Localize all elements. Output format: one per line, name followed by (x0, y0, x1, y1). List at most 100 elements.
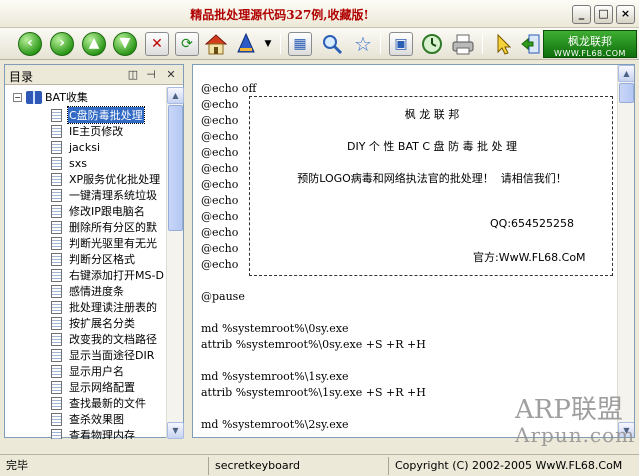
home-icon[interactable] (204, 32, 228, 56)
close-pane-icon[interactable]: ✕ (165, 68, 177, 81)
tree-item[interactable]: 一键清理系统垃圾 (51, 187, 165, 203)
document-icon (51, 428, 62, 439)
scroll-down-icon[interactable]: ▼ (167, 422, 184, 439)
tree-root-label: BAT收集 (45, 91, 88, 104)
search-icon[interactable] (320, 32, 344, 56)
banner-box: 枫 龙 联 邦 DIY 个 性 BAT C 盘 防 毒 批 处 理 预防LOGO… (249, 96, 613, 276)
tree-item-label: 删除所有分区的默 (69, 221, 157, 234)
tree-item[interactable]: 显示当面途径DIR (51, 347, 165, 363)
up-icon[interactable]: ▲ (82, 32, 106, 56)
tree-item-label: 按扩展名分类 (69, 317, 135, 330)
tree-item-label: IE主页修改 (69, 125, 124, 138)
tree-item-label: 判断分区格式 (69, 253, 135, 266)
favorite-icon[interactable]: ☆ (351, 32, 375, 56)
document-icon (51, 236, 62, 250)
collapse-icon[interactable]: − (13, 92, 22, 102)
tree-item[interactable]: 删除所有分区的默 (51, 219, 165, 235)
minimize-button[interactable]: _ (572, 5, 591, 24)
refresh-icon[interactable]: ⟳ (175, 32, 199, 56)
maximize-button[interactable]: □ (594, 5, 613, 24)
tree-item[interactable]: 右键添加打开MS-D (51, 267, 165, 283)
tree-item[interactable]: 显示网络配置 (51, 379, 165, 395)
delete-icon[interactable]: ✕ (145, 32, 169, 56)
forward-icon[interactable]: › (50, 32, 74, 56)
tree-item[interactable]: XP服务优化批处理 (51, 171, 165, 187)
document-icon (51, 252, 62, 266)
document-icon (51, 412, 62, 426)
document-icon (51, 188, 62, 202)
tree-item[interactable]: sxs (51, 155, 165, 171)
document-icon (51, 380, 62, 394)
banner-site: 官方:WwW.FL68.CoM (473, 251, 586, 264)
tree-item-label: 一键清理系统垃圾 (69, 189, 157, 202)
view-icon[interactable]: ▦ (288, 32, 312, 56)
tree-item[interactable]: 查杀效果图 (51, 411, 165, 427)
exit-icon[interactable] (519, 32, 543, 56)
content-scrollbar[interactable]: ▲ ▼ (617, 65, 634, 437)
tree-item[interactable]: 显示用户名 (51, 363, 165, 379)
pane-menu-icon[interactable]: ◫ (127, 68, 139, 81)
scroll-up-icon[interactable]: ▲ (618, 65, 634, 82)
tree-item-label: jacksi (69, 140, 101, 154)
tree-item-label: 右键添加打开MS-D (69, 269, 164, 282)
font-icon[interactable] (234, 32, 258, 56)
document-icon (51, 364, 62, 378)
pin-icon[interactable]: ⊣ (145, 68, 157, 81)
toolbar-separator (482, 34, 483, 54)
app-window: 精品批处理源代码327例,收藏版! _ □ × ‹ › ▲ ▼ ✕ ⟳ ▼ ▦ … (0, 0, 639, 476)
banner-qq: QQ:654525258 (490, 217, 575, 230)
tree-item[interactable]: jacksi (51, 139, 165, 155)
tree-item[interactable]: IE主页修改 (51, 123, 165, 139)
code-line: attrib %systemroot%\0sy.exe +S +R +H (201, 338, 426, 351)
window-icon[interactable]: ▣ (389, 32, 413, 56)
scroll-thumb[interactable] (168, 105, 183, 231)
status-copyright: Copyright (C) 2002-2005 WwW.FL68.CoM (388, 457, 639, 475)
tree-item[interactable]: 查找最新的文件 (51, 395, 165, 411)
sidebar-scrollbar[interactable]: ▲ ▼ (166, 87, 184, 439)
download-icon[interactable]: ▼ (113, 32, 137, 56)
tree-item[interactable]: 修改IP跟电脑名 (51, 203, 165, 219)
tree-item[interactable]: 按扩展名分类 (51, 315, 165, 331)
scroll-up-icon[interactable]: ▲ (167, 87, 184, 104)
code-line: attrib %systemroot%\1sy.exe +S +R +H (201, 386, 426, 399)
scroll-down-icon[interactable]: ▼ (618, 422, 634, 437)
tree-item[interactable]: 改变我的文档路径 (51, 331, 165, 347)
tree-item[interactable]: 感情进度条 (51, 283, 165, 299)
chevron-down-icon[interactable]: ▼ (262, 32, 274, 56)
tree-item-label: 修改IP跟电脑名 (69, 205, 145, 218)
status-bar: 完毕 secretkeyboard Copyright (C) 2002-200… (0, 454, 639, 476)
tree-view: − BAT收集 C盘防毒批处理 IE主页修改 jacksi sxs XP服务优化批处理一… (5, 87, 167, 439)
sidebar-title: 目录 (9, 70, 34, 84)
close-button[interactable]: × (616, 5, 635, 24)
document-icon (51, 396, 62, 410)
tree-item-label: 批处理读注册表的 (69, 301, 157, 314)
tree-item-label: sxs (69, 156, 87, 170)
tree-item[interactable]: 判断分区格式 (51, 251, 165, 267)
tree-items: C盘防毒批处理 IE主页修改 jacksi sxs XP服务优化批处理 一键清理系统垃圾修… (51, 106, 165, 439)
sidebar-header: 目录 ◫ ⊣ ✕ (5, 65, 183, 85)
document-icon (51, 124, 62, 138)
tree-item[interactable]: 批处理读注册表的 (51, 299, 165, 315)
tree-item-label: XP服务优化批处理 (69, 173, 161, 186)
tree-item-label: 查看物理内存 (69, 429, 135, 439)
window-title: 精品批处理源代码327例,收藏版! (190, 8, 369, 22)
back-icon[interactable]: ‹ (18, 32, 42, 56)
history-icon[interactable] (420, 32, 444, 56)
document-icon (51, 348, 62, 362)
content-pane: @echo off @echo @echo @echo @echo @echo @echo @… (192, 64, 635, 438)
document-icon (51, 156, 62, 170)
print-icon[interactable] (451, 32, 475, 56)
scroll-thumb[interactable] (619, 83, 634, 103)
tree-item[interactable]: 查看物理内存 (51, 427, 165, 439)
tree-item[interactable]: C盘防毒批处理 (51, 106, 165, 124)
tree-root[interactable]: − BAT收集 (13, 89, 88, 105)
toolbar: ‹ › ▲ ▼ ✕ ⟳ ▼ ▦ ☆ ▣ 枫龙联邦 WWW.FL68.COM (0, 28, 639, 60)
document-icon (51, 172, 62, 186)
pointer-icon[interactable] (491, 32, 515, 56)
tree-item-label: 查找最新的文件 (69, 397, 146, 410)
tree-item-label: 显示当面途径DIR (69, 349, 155, 362)
title-bar: 精品批处理源代码327例,收藏版! _ □ × (0, 0, 639, 28)
tree-item[interactable]: 判断光驱里有无光 (51, 235, 165, 251)
document-icon (51, 220, 62, 234)
